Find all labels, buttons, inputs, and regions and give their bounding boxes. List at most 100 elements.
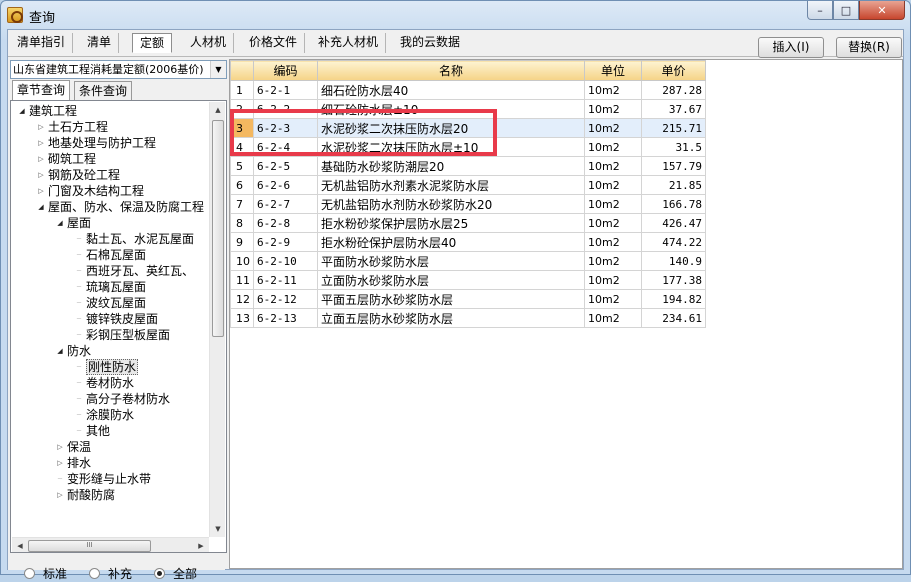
- radio-all-circle[interactable]: [154, 567, 166, 579]
- code-cell[interactable]: 6-2-13: [253, 308, 318, 328]
- code-cell[interactable]: 6-2-8: [253, 213, 318, 233]
- tree-expanded-icon[interactable]: ◢: [36, 199, 46, 215]
- code-cell[interactable]: 6-2-11: [253, 270, 318, 290]
- price-cell[interactable]: 37.67: [641, 99, 706, 119]
- tab-supplement[interactable]: 补充人材机: [311, 33, 387, 53]
- tab-quota[interactable]: 定额: [132, 33, 173, 53]
- name-cell[interactable]: 无机盐铝防水剂素水泥浆防水层: [317, 175, 585, 195]
- table-row[interactable]: 8 6-2-8 拒水粉砂浆保护层防水层25 10m2 426.47: [230, 213, 706, 233]
- name-cell[interactable]: 水泥砂浆二次抹压防水层±10: [317, 137, 585, 157]
- vertical-scroll-thumb[interactable]: [212, 120, 224, 337]
- tree-collapsed-icon[interactable]: ▷: [55, 455, 65, 471]
- name-cell[interactable]: 拒水粉砼保护层防水层40: [317, 232, 585, 252]
- code-cell[interactable]: 6-2-10: [253, 251, 318, 271]
- name-cell[interactable]: 水泥砂浆二次抹压防水层20: [317, 118, 585, 138]
- row-number-cell[interactable]: 11: [230, 270, 254, 290]
- price-cell[interactable]: 194.82: [641, 289, 706, 309]
- name-cell[interactable]: 平面防水砂浆防水层: [317, 251, 585, 271]
- unit-cell[interactable]: 10m2: [584, 232, 642, 252]
- tree-collapsed-icon[interactable]: ▷: [36, 151, 46, 167]
- price-cell[interactable]: 177.38: [641, 270, 706, 290]
- unit-cell[interactable]: 10m2: [584, 213, 642, 233]
- radio-supplement[interactable]: 补充: [89, 565, 132, 581]
- radio-standard[interactable]: 标准: [24, 565, 67, 581]
- tab-condition-query[interactable]: 条件查询: [74, 81, 133, 100]
- row-number-cell[interactable]: 13: [230, 308, 254, 328]
- table-row[interactable]: 9 6-2-9 拒水粉砼保护层防水层40 10m2 474.22: [230, 232, 706, 252]
- tree-vertical-scrollbar[interactable]: ▲ ▼: [209, 102, 225, 537]
- scroll-up-icon[interactable]: ▲: [210, 102, 226, 118]
- price-cell[interactable]: 140.9: [641, 251, 706, 271]
- tree-collapsed-icon[interactable]: ▷: [36, 135, 46, 151]
- unit-cell[interactable]: 10m2: [584, 156, 642, 176]
- tree-expanded-icon[interactable]: ◢: [55, 215, 65, 231]
- radio-all[interactable]: 全部: [154, 565, 197, 581]
- name-cell[interactable]: 立面五层防水砂浆防水层: [317, 308, 585, 328]
- code-cell[interactable]: 6-2-9: [253, 232, 318, 252]
- tab-labor-material[interactable]: 人材机: [183, 33, 235, 53]
- unit-cell[interactable]: 10m2: [584, 308, 642, 328]
- scroll-right-icon[interactable]: ▶: [193, 538, 209, 552]
- table-row[interactable]: 10 6-2-10 平面防水砂浆防水层 10m2 140.9: [230, 251, 706, 271]
- code-cell[interactable]: 6-2-7: [253, 194, 318, 214]
- price-cell[interactable]: 474.22: [641, 232, 706, 252]
- unit-cell[interactable]: 10m2: [584, 194, 642, 214]
- tree-collapsed-icon[interactable]: ▷: [36, 167, 46, 183]
- price-cell[interactable]: 234.61: [641, 308, 706, 328]
- row-number-cell[interactable]: 8: [230, 213, 254, 233]
- row-number-cell[interactable]: 2: [230, 99, 254, 119]
- row-number-cell[interactable]: 9: [230, 232, 254, 252]
- unit-cell[interactable]: 10m2: [584, 137, 642, 157]
- unit-cell[interactable]: 10m2: [584, 175, 642, 195]
- tree-collapsed-icon[interactable]: ▷: [55, 487, 65, 503]
- code-cell[interactable]: 6-2-3: [253, 118, 318, 138]
- table-row[interactable]: 6 6-2-6 无机盐铝防水剂素水泥浆防水层 10m2 21.85: [230, 175, 706, 195]
- tab-bill-guide[interactable]: 清单指引: [10, 33, 74, 53]
- name-cell[interactable]: 基础防水砂浆防潮层20: [317, 156, 585, 176]
- chevron-down-icon[interactable]: ▼: [210, 61, 226, 78]
- replace-button[interactable]: 替换(R): [836, 37, 902, 58]
- title-bar[interactable]: 查询 – □ ✕: [1, 1, 910, 29]
- name-cell[interactable]: 平面五层防水砂浆防水层: [317, 289, 585, 309]
- price-cell[interactable]: 426.47: [641, 213, 706, 233]
- row-number-cell[interactable]: 4: [230, 137, 254, 157]
- price-cell[interactable]: 157.79: [641, 156, 706, 176]
- name-cell[interactable]: 立面防水砂浆防水层: [317, 270, 585, 290]
- close-button[interactable]: ✕: [859, 1, 905, 20]
- quota-library-select[interactable]: 山东省建筑工程消耗量定额(2006基价) ▼: [10, 60, 227, 79]
- row-number-cell[interactable]: 3: [230, 118, 254, 138]
- unit-cell[interactable]: 10m2: [584, 251, 642, 271]
- col-header-code[interactable]: 编码: [253, 60, 318, 81]
- name-cell[interactable]: 无机盐铝防水剂防水砂浆防水20: [317, 194, 585, 214]
- radio-standard-circle[interactable]: [24, 567, 35, 579]
- tab-price-file[interactable]: 价格文件: [242, 33, 306, 53]
- tree-expanded-icon[interactable]: ◢: [17, 103, 27, 119]
- code-cell[interactable]: 6-2-5: [253, 156, 318, 176]
- col-header-unit[interactable]: 单位: [584, 60, 642, 81]
- unit-cell[interactable]: 10m2: [584, 270, 642, 290]
- scroll-down-icon[interactable]: ▼: [210, 521, 226, 537]
- unit-cell[interactable]: 10m2: [584, 289, 642, 309]
- code-cell[interactable]: 6-2-1: [253, 80, 318, 100]
- table-row[interactable]: 7 6-2-7 无机盐铝防水剂防水砂浆防水20 10m2 166.78: [230, 194, 706, 214]
- price-cell[interactable]: 21.85: [641, 175, 706, 195]
- table-row[interactable]: 1 6-2-1 细石砼防水层40 10m2 287.28: [230, 80, 706, 100]
- tree-collapsed-icon[interactable]: ▷: [36, 183, 46, 199]
- table-row[interactable]: 2 6-2-2 细石砼防水层±10 10m2 37.67: [230, 99, 706, 119]
- unit-cell[interactable]: 10m2: [584, 118, 642, 138]
- maximize-button[interactable]: □: [833, 1, 859, 20]
- table-row[interactable]: 11 6-2-11 立面防水砂浆防水层 10m2 177.38: [230, 270, 706, 290]
- code-cell[interactable]: 6-2-6: [253, 175, 318, 195]
- price-cell[interactable]: 215.71: [641, 118, 706, 138]
- table-row[interactable]: 4 6-2-4 水泥砂浆二次抹压防水层±10 10m2 31.5: [230, 137, 706, 157]
- unit-cell[interactable]: 10m2: [584, 99, 642, 119]
- row-number-cell[interactable]: 6: [230, 175, 254, 195]
- minimize-button[interactable]: –: [807, 1, 833, 20]
- table-row[interactable]: 12 6-2-12 平面五层防水砂浆防水层 10m2 194.82: [230, 289, 706, 309]
- tab-cloud-data[interactable]: 我的云数据: [393, 33, 467, 53]
- scroll-left-icon[interactable]: ◀: [12, 538, 28, 552]
- row-number-cell[interactable]: 10: [230, 251, 254, 271]
- row-number-cell[interactable]: 7: [230, 194, 254, 214]
- radio-supplement-circle[interactable]: [89, 567, 101, 579]
- unit-cell[interactable]: 10m2: [584, 80, 642, 100]
